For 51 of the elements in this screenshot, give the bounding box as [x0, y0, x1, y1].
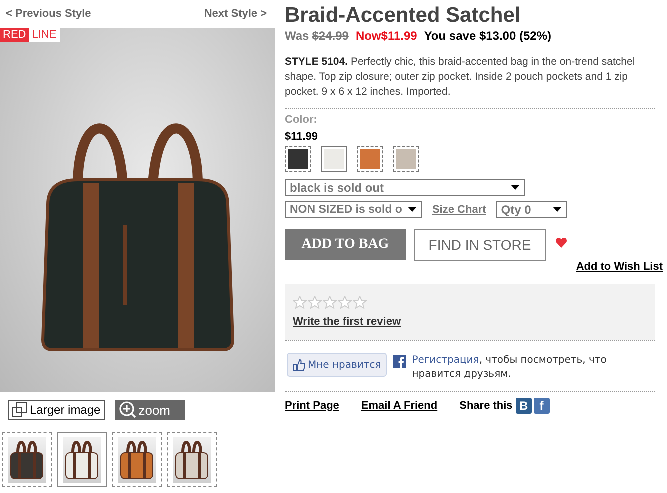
star-icon	[323, 296, 337, 309]
facebook-share-button[interactable]: f	[534, 398, 550, 414]
product-description: STYLE 5104. Perfectly chic, this braid-accented bag in the on-trend satchel shape. Top zip closure; outer zip pocket. Inside 2 pouch pockets and 1 zip pocket. 9 x 6 x 12 inches. Imported.	[285, 55, 636, 100]
sale-price: Now$11.99	[356, 29, 418, 43]
share-label: Share this	[460, 400, 513, 412]
color-label: Color:	[285, 114, 318, 126]
dropdown-caret-icon	[511, 185, 520, 190]
thumbnail[interactable]	[167, 432, 217, 487]
badge-text: RED	[0, 28, 30, 42]
color-swatch[interactable]	[357, 146, 383, 172]
was-label: Was	[285, 29, 310, 43]
like-button[interactable]: Мне нравится	[287, 353, 388, 377]
thumbnail[interactable]	[2, 432, 52, 487]
thumbnail[interactable]	[112, 432, 162, 487]
star-icon	[308, 296, 322, 309]
size-chart-link[interactable]: Size Chart	[432, 204, 486, 216]
write-review-link[interactable]: Write the first review	[293, 316, 401, 328]
savings-text: You save $13.00 (52%)	[424, 29, 552, 43]
quantity-select[interactable]: Qty 0	[496, 201, 568, 218]
add-to-bag-button[interactable]: ADD TO BAG	[285, 229, 406, 260]
star-icon	[293, 296, 307, 309]
heart-icon	[556, 238, 567, 248]
product-title: Braid-Accented Satchel	[285, 4, 522, 28]
zoom-in-icon	[118, 401, 137, 419]
next-style-link[interactable]: Next Style >	[204, 8, 267, 28]
thumbnail[interactable]	[57, 432, 107, 487]
larger-image-button[interactable]: Larger image	[8, 400, 105, 420]
color-select[interactable]: black is sold out	[285, 179, 525, 196]
add-to-wish-list-link[interactable]: Add to Wish List	[576, 261, 663, 273]
was-price: $24.99	[312, 29, 349, 43]
like-prompt-text: Регистрация, чтобы посмотреть, что нравится друзьям.	[412, 354, 608, 382]
price-text: $11.99	[285, 131, 320, 143]
badge-text: LINE	[29, 28, 60, 42]
email-friend-link[interactable]: Email A Friend	[361, 400, 438, 412]
facebook-icon	[393, 355, 406, 368]
size-select[interactable]: NON SIZED is sold o	[285, 201, 422, 218]
registration-link[interactable]: Регистрация	[412, 355, 480, 366]
vk-share-button[interactable]: B	[516, 398, 532, 414]
dropdown-caret-icon	[553, 207, 562, 212]
color-swatch[interactable]	[321, 146, 347, 172]
color-swatch[interactable]	[285, 146, 311, 172]
print-page-link[interactable]: Print Page	[285, 400, 340, 412]
star-icon	[338, 296, 352, 309]
thumbs-up-icon	[293, 358, 306, 372]
dropdown-caret-icon	[408, 207, 418, 212]
star-icon	[353, 296, 367, 309]
color-swatch[interactable]	[393, 146, 419, 172]
previous-style-link[interactable]: < Previous Style	[6, 8, 92, 28]
find-in-store-button[interactable]: FIND IN STORE	[414, 229, 546, 261]
overlapping-squares-icon	[12, 402, 28, 418]
zoom-button[interactable]: zoom	[114, 400, 185, 420]
